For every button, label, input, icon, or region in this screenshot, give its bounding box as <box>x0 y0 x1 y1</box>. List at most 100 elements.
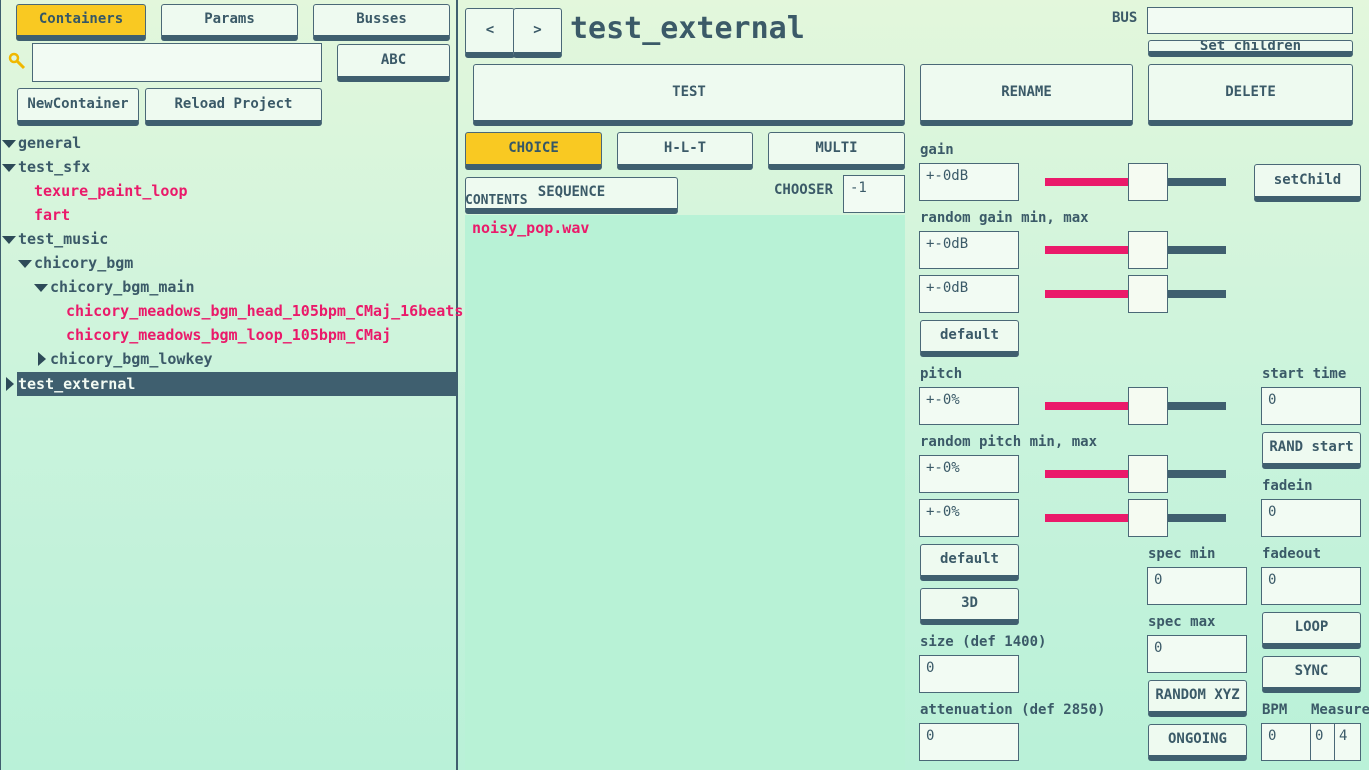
random-pitch-min-slider[interactable] <box>1045 455 1226 493</box>
reload-project-button[interactable]: Reload Project <box>145 88 322 126</box>
expand-down-icon[interactable] <box>2 236 16 244</box>
fadeout-label: fadeout <box>1262 546 1322 562</box>
fadein-input[interactable]: 0 <box>1261 499 1361 537</box>
tree-item-texure-paint-loop[interactable]: texure_paint_loop <box>34 179 188 203</box>
expand-right-icon[interactable] <box>6 377 14 391</box>
set-child-button[interactable]: setChild <box>1254 164 1361 202</box>
gain-slider[interactable] <box>1045 163 1226 201</box>
random-gain-max-slider[interactable] <box>1045 275 1226 313</box>
loop-button[interactable]: LOOP <box>1262 612 1361 649</box>
sync-button[interactable]: SYNC <box>1262 656 1361 693</box>
rename-button[interactable]: RENAME <box>920 64 1133 126</box>
set-children-button[interactable]: Set children <box>1148 40 1353 57</box>
tree-item-general[interactable]: general <box>2 131 81 155</box>
bus-label: BUS <box>1112 10 1138 26</box>
random-pitch-max-input[interactable]: +-0% <box>919 499 1019 537</box>
expand-down-icon[interactable] <box>18 260 32 268</box>
tree-item-label: chicory_bgm <box>34 254 134 272</box>
abc-sort-button[interactable]: ABC <box>337 44 450 82</box>
attenuation-label: attenuation (def 2850) <box>920 702 1106 718</box>
fadein-label: fadein <box>1262 478 1313 494</box>
slider-track <box>1168 246 1226 254</box>
slider-track <box>1168 290 1226 298</box>
three-d-button[interactable]: 3D <box>920 588 1019 625</box>
tree-item-test-external[interactable]: test_external <box>6 372 135 396</box>
mode-choice-button[interactable]: CHOICE <box>465 132 602 170</box>
bpm-input[interactable]: 0 <box>1261 723 1311 761</box>
measure-label-text: Measure <box>1311 702 1369 718</box>
tree-item-test-sfx[interactable]: test_sfx <box>2 155 90 179</box>
rand-start-button[interactable]: RAND start <box>1262 432 1361 469</box>
tree-item-chicory-bgm-lowkey[interactable]: chicory_bgm_lowkey <box>38 347 213 371</box>
delete-button[interactable]: DELETE <box>1148 64 1353 126</box>
slider-fill <box>1045 246 1128 254</box>
tab-params[interactable]: Params <box>161 4 298 41</box>
attenuation-input[interactable]: 0 <box>919 723 1019 761</box>
contents-label: CONTENTS <box>465 193 528 208</box>
spec-min-input[interactable]: 0 <box>1147 567 1247 605</box>
slider-thumb[interactable] <box>1128 387 1168 425</box>
gain-label: gain <box>920 142 954 158</box>
search-input[interactable] <box>32 43 322 82</box>
spec-max-label: spec max <box>1148 614 1216 630</box>
tree-item-chicory-meadows-loop[interactable]: chicory_meadows_bgm_loop_105bpm_CMaj <box>66 323 391 347</box>
ongoing-button[interactable]: ONGOING <box>1148 724 1247 761</box>
spec-min-label: spec min <box>1148 546 1216 562</box>
expand-right-icon[interactable] <box>38 352 46 366</box>
fadeout-input[interactable]: 0 <box>1261 567 1361 605</box>
search-icon <box>8 52 26 70</box>
slider-track <box>1168 470 1226 478</box>
tree-item-chicory-meadows-head[interactable]: chicory_meadows_bgm_head_105bpm_CMaj_16b… <box>66 299 463 323</box>
tree-item-label: chicory_bgm_lowkey <box>50 350 213 368</box>
random-gain-min-slider[interactable] <box>1045 231 1226 269</box>
random-gain-min-input[interactable]: +-0dB <box>919 231 1019 269</box>
size-input[interactable]: 0 <box>919 655 1019 693</box>
tree-item-chicory-bgm-main[interactable]: chicory_bgm_main <box>34 275 195 299</box>
random-pitch-min-input[interactable]: +-0% <box>919 455 1019 493</box>
tree-item-test-music[interactable]: test_music <box>2 227 108 251</box>
measure-label: Measure <box>1311 702 1369 718</box>
slider-fill <box>1045 178 1128 186</box>
chooser-label: CHOOSER <box>774 182 834 198</box>
tree-item-fart[interactable]: fart <box>34 203 70 227</box>
random-xyz-button[interactable]: RANDOM XYZ <box>1148 680 1247 717</box>
measure-input-2[interactable]: 4 <box>1334 723 1361 761</box>
mode-multi-button[interactable]: MULTI <box>768 132 905 170</box>
tree-item-chicory-bgm[interactable]: chicory_bgm <box>18 251 133 275</box>
gain-input[interactable]: +-0dB <box>919 163 1019 201</box>
slider-thumb[interactable] <box>1128 231 1168 269</box>
slider-thumb[interactable] <box>1128 163 1168 201</box>
tab-busses[interactable]: Busses <box>313 4 450 41</box>
chooser-input[interactable]: -1 <box>843 175 905 213</box>
start-time-label: start time <box>1262 366 1347 382</box>
tree-item-label: test_music <box>18 230 109 248</box>
back-button[interactable]: < <box>465 8 515 58</box>
page-title: test_external <box>570 11 805 46</box>
mode-hlt-button[interactable]: H-L-T <box>617 132 753 170</box>
bus-input[interactable] <box>1147 7 1353 34</box>
slider-thumb[interactable] <box>1128 499 1168 537</box>
expand-down-icon[interactable] <box>34 284 48 292</box>
pitch-input[interactable]: +-0% <box>919 387 1019 425</box>
spec-max-input[interactable]: 0 <box>1147 635 1247 673</box>
pitch-slider[interactable] <box>1045 387 1226 425</box>
random-gain-label: random gain min, max <box>920 210 1089 226</box>
new-container-button[interactable]: NewContainer <box>17 88 139 126</box>
expand-down-icon[interactable] <box>2 140 16 148</box>
tab-containers[interactable]: Containers <box>16 4 146 41</box>
pitch-default-button[interactable]: default <box>920 544 1019 581</box>
content-item[interactable]: noisy_pop.wav <box>472 219 589 237</box>
start-time-input[interactable]: 0 <box>1261 387 1361 425</box>
contents-list[interactable] <box>465 215 905 770</box>
expand-down-icon[interactable] <box>2 164 16 172</box>
slider-track <box>1168 178 1226 186</box>
slider-track <box>1168 402 1226 410</box>
forward-button[interactable]: > <box>513 8 562 58</box>
random-pitch-max-slider[interactable] <box>1045 499 1226 537</box>
slider-thumb[interactable] <box>1128 275 1168 313</box>
random-gain-max-input[interactable]: +-0dB <box>919 275 1019 313</box>
slider-thumb[interactable] <box>1128 455 1168 493</box>
measure-input-1[interactable]: 0 <box>1310 723 1335 761</box>
test-button[interactable]: TEST <box>473 64 905 126</box>
gain-default-button[interactable]: default <box>920 320 1019 357</box>
